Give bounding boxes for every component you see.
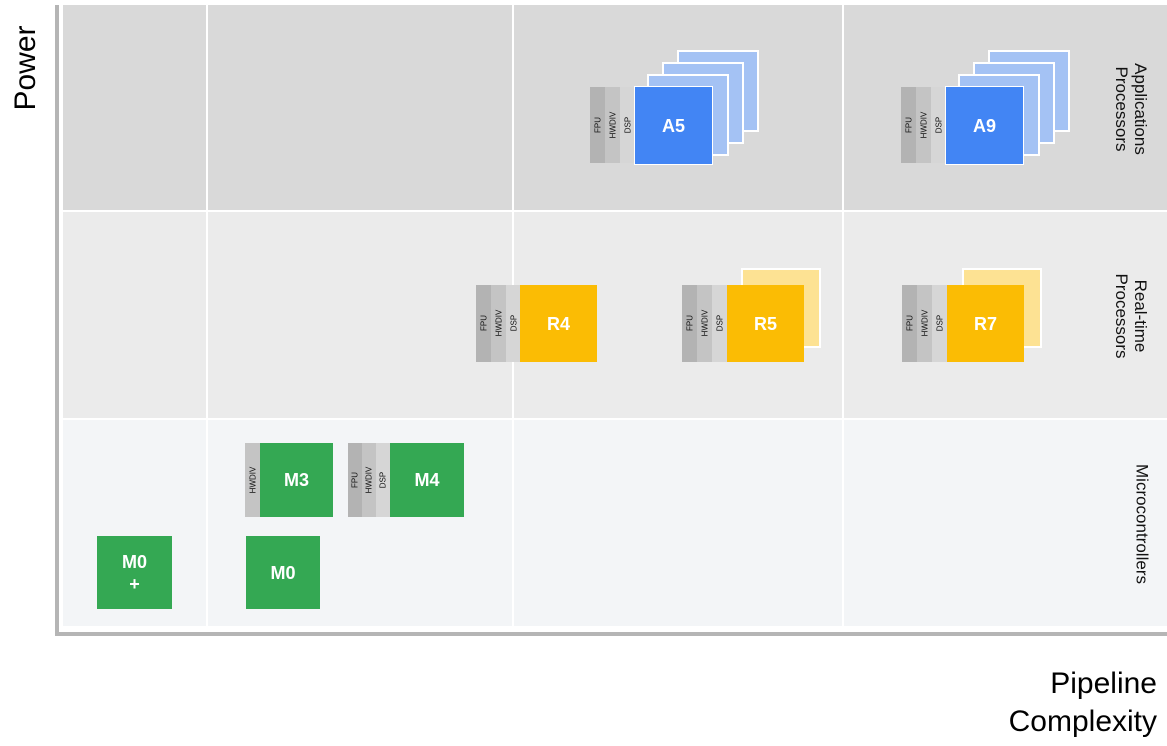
fpu-strip: FPU <box>348 443 362 517</box>
core-r4-label: R4 <box>546 313 570 334</box>
x-axis-title-line2: Complexity <box>1008 705 1157 738</box>
core-r5-label: R5 <box>753 313 777 334</box>
fpu-label: FPU <box>479 315 489 331</box>
r5-feature-strips: FPU HWDIV DSP <box>682 285 727 362</box>
fpu-strip: FPU <box>476 285 491 362</box>
hwdiv-label: HWDIV <box>364 466 374 494</box>
r4-feature-strips: FPU HWDIV DSP <box>476 285 521 362</box>
x-axis-title-line1: Pipeline <box>1050 667 1157 700</box>
core-m0-plus: M0 + <box>97 536 172 609</box>
hwdiv-strip: HWDIV <box>605 87 620 163</box>
dsp-strip: DSP <box>932 285 947 362</box>
core-r4: R4 <box>520 285 597 362</box>
core-r7-label: R7 <box>973 313 997 334</box>
core-r5: R5 <box>727 285 804 362</box>
r7-feature-strips: FPU HWDIV DSP <box>902 285 947 362</box>
row-label-applications-line2: Processors <box>1112 66 1131 152</box>
hwdiv-label: HWDIV <box>920 309 930 337</box>
fpu-label: FPU <box>593 117 603 133</box>
hwdiv-strip: HWDIV <box>362 443 376 517</box>
dsp-label: DSP <box>715 314 725 332</box>
core-a9-label: A9 <box>972 115 996 136</box>
core-a5-label: A5 <box>661 115 685 136</box>
hwdiv-strip: HWDIV <box>245 443 260 517</box>
fpu-strip: FPU <box>590 87 605 163</box>
hwdiv-strip: HWDIV <box>916 87 931 163</box>
fpu-label: FPU <box>685 315 695 331</box>
core-m3: M3 <box>260 443 333 517</box>
core-m0-plus-label-line1: M0 <box>121 551 147 572</box>
row-label-realtime: Real-time Processors <box>1112 273 1150 358</box>
core-m0-plus-label-line2: + <box>129 573 140 594</box>
row-label-applications: Applications Processors <box>1112 63 1150 155</box>
fpu-label: FPU <box>904 117 914 133</box>
column-divider <box>842 5 844 626</box>
row-label-applications-line1: Applications <box>1131 63 1150 155</box>
y-axis-title: Power <box>9 25 42 111</box>
row-label-microcontrollers: Microcontrollers <box>1132 464 1152 584</box>
microcontrollers-band <box>63 420 1167 626</box>
dsp-strip: DSP <box>712 285 727 362</box>
x-axis-line <box>55 632 1167 636</box>
hwdiv-label: HWDIV <box>608 111 618 139</box>
row-label-realtime-line1: Real-time <box>1131 279 1150 353</box>
hwdiv-label: HWDIV <box>494 309 504 337</box>
hwdiv-strip: HWDIV <box>697 285 712 362</box>
fpu-label: FPU <box>905 315 915 331</box>
dsp-label: DSP <box>509 314 519 332</box>
core-a9: A9 <box>945 86 1024 165</box>
m4-feature-strips: FPU HWDIV DSP <box>348 443 390 517</box>
fpu-strip: FPU <box>901 87 916 163</box>
core-m0: M0 <box>246 536 320 609</box>
hwdiv-strip: HWDIV <box>917 285 932 362</box>
m3-feature-strips: HWDIV <box>245 443 260 517</box>
core-r7: R7 <box>947 285 1024 362</box>
dsp-strip: DSP <box>506 285 521 362</box>
hwdiv-label: HWDIV <box>700 309 710 337</box>
dsp-strip: DSP <box>376 443 390 517</box>
dsp-label: DSP <box>935 314 945 332</box>
core-m0-label: M0 <box>270 562 296 583</box>
core-m4-label: M4 <box>414 470 440 490</box>
core-m4: M4 <box>390 443 464 517</box>
a5-feature-strips: FPU HWDIV DSP <box>590 87 635 163</box>
row-label-realtime-line2: Processors <box>1112 273 1131 359</box>
dsp-strip: DSP <box>620 87 635 163</box>
fpu-strip: FPU <box>902 285 917 362</box>
fpu-strip: FPU <box>682 285 697 362</box>
hwdiv-label: HWDIV <box>248 466 258 494</box>
core-a5: A5 <box>634 86 713 165</box>
hwdiv-strip: HWDIV <box>491 285 506 362</box>
fpu-label: FPU <box>350 472 360 488</box>
dsp-label: DSP <box>378 471 388 489</box>
x-axis-title: Pipeline Complexity <box>1009 665 1157 741</box>
dsp-label: DSP <box>934 116 944 134</box>
dsp-strip: DSP <box>931 87 946 163</box>
hwdiv-label: HWDIV <box>919 111 929 139</box>
column-divider <box>206 5 208 626</box>
core-m3-label: M3 <box>283 470 309 490</box>
y-axis-line <box>55 5 59 636</box>
a9-feature-strips: FPU HWDIV DSP <box>901 87 946 163</box>
dsp-label: DSP <box>623 116 633 134</box>
